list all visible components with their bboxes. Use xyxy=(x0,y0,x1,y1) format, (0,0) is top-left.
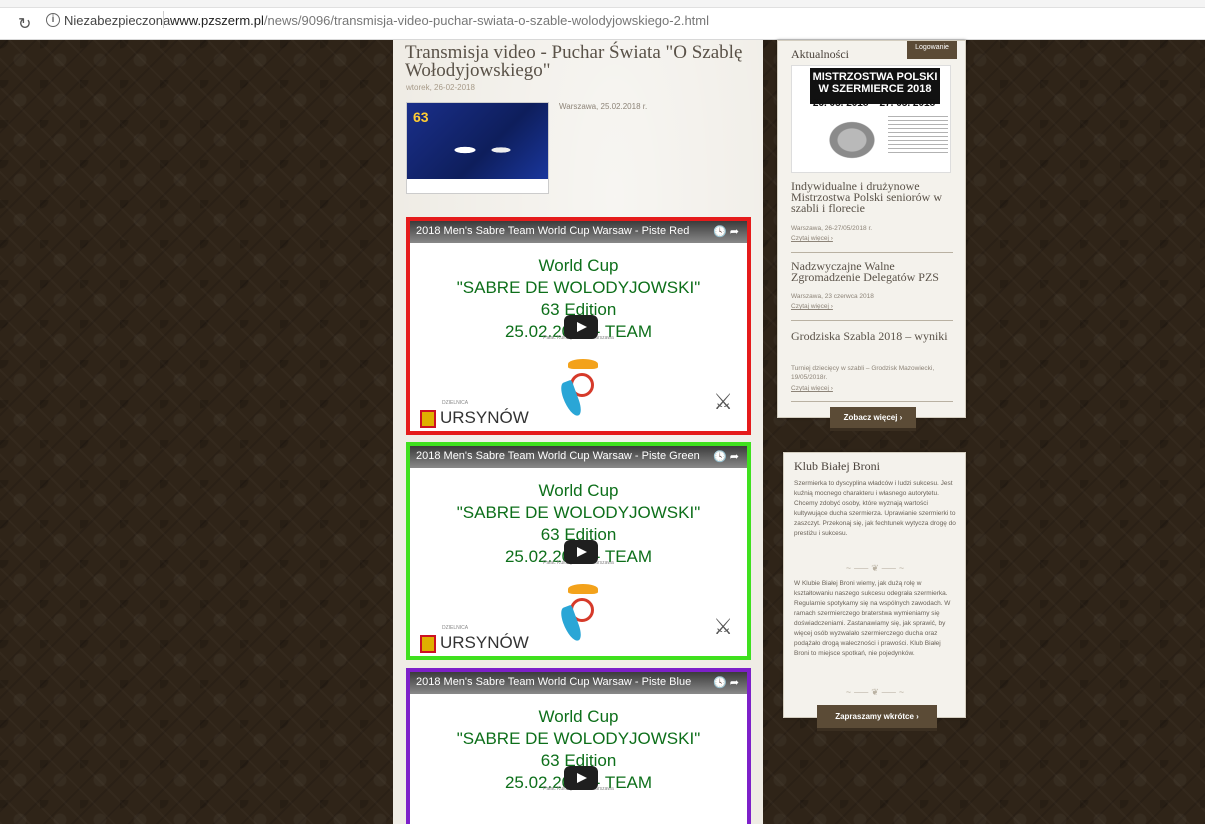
poster-line-2: "SABRE DE WOLODYJOWSKI" xyxy=(456,729,701,748)
crest-icon xyxy=(420,634,436,653)
ornament-divider: ~ ⸺ ❦ ⸺ ~ xyxy=(845,687,905,697)
post-date: wtorek, 26-02-2018 xyxy=(406,83,475,92)
club-paragraph-2: W Klubie Białej Broni wiemy, jak dużą ro… xyxy=(794,580,951,657)
news-item-title[interactable]: Grodziska Szabla 2018 – wyniki xyxy=(791,330,956,342)
play-button-icon[interactable] xyxy=(564,315,598,339)
login-tab[interactable]: Logowanie xyxy=(907,41,957,59)
video-title[interactable]: 2018 Men's Sabre Team World Cup Warsaw -… xyxy=(416,450,700,462)
event-logo xyxy=(558,357,606,425)
news-sidebar: Aktualności Logowanie MISTRZOSTWA POLSKI… xyxy=(777,40,966,418)
poster-dates: 26. 05. 2018 – 27. 05. 2018 xyxy=(812,98,936,109)
video-player-red[interactable]: 2018 Men's Sabre Team World Cup Warsaw -… xyxy=(406,217,751,435)
watch-later-share-icons[interactable]: 🕓 ➦ xyxy=(713,676,739,689)
url-path: /news/9096/transmisja-video-puchar-swiat… xyxy=(263,13,710,28)
club-sidebar: Klub Białej Broni Szermierka to dyscypli… xyxy=(783,452,966,718)
invite-button[interactable]: Zapraszamy wkrótce › xyxy=(817,705,937,731)
brand-small: DZIELNICA xyxy=(442,625,469,631)
poster-line-1: World Cup xyxy=(538,481,619,500)
fencing-icon: ⚔ xyxy=(713,614,733,639)
poster-small-text xyxy=(888,116,948,156)
video-title[interactable]: 2018 Men's Sabre Team World Cup Warsaw -… xyxy=(416,676,691,688)
divider xyxy=(791,401,953,402)
video-player-blue[interactable]: 2018 Men's Sabre Team World Cup Warsaw -… xyxy=(406,668,751,824)
event-logo xyxy=(558,582,606,650)
poster-line-1: World Cup xyxy=(538,707,619,726)
reload-icon[interactable]: ↻ xyxy=(18,14,31,34)
video-player-green[interactable]: 2018 Men's Sabre Team World Cup Warsaw -… xyxy=(406,442,751,660)
news-poster-image[interactable]: MISTRZOSTWA POLSKI W SZERMIERCE 2018 26.… xyxy=(791,65,951,173)
post-title: Transmisja video - Puchar Świata "O Szab… xyxy=(405,42,743,81)
tab-strip xyxy=(0,0,1205,8)
fencing-icon: ⚔ xyxy=(713,389,733,414)
security-label[interactable]: Niezabezpieczona xyxy=(64,13,170,28)
read-more-link[interactable]: Czytaj więcej › xyxy=(791,385,833,392)
news-item-meta: Warszawa, 26-27/05/2018 r. xyxy=(791,225,873,232)
url-field[interactable]: www.pzszerm.pl/news/9096/transmisja-vide… xyxy=(170,13,709,28)
ursynow-logo: DZIELNICA URSYNÓW xyxy=(420,625,529,653)
poster-line-2: "SABRE DE WOLODYJOWSKI" xyxy=(456,278,701,297)
see-more-button[interactable]: Zobacz więcej › xyxy=(830,407,916,431)
poster-art xyxy=(817,112,887,168)
club-paragraph-1: Szermierka to dyscyplina władców i ludzi… xyxy=(794,480,956,537)
thumbnail-caption: Warszawa, 25.02.2018 r. xyxy=(559,102,648,111)
news-item-title[interactable]: Nadzwyczajne Walne Zgromadzenie Delegató… xyxy=(791,260,956,283)
ornament-divider: ~ ⸺ ❦ ⸺ ~ xyxy=(845,563,905,573)
divider xyxy=(163,11,164,28)
video-title-bar[interactable]: 2018 Men's Sabre Team World Cup Warsaw -… xyxy=(410,221,747,243)
watch-later-share-icons[interactable]: 🕓 ➦ xyxy=(713,450,739,463)
news-item-meta: Turniej dziecięcy w szabli – Grodzisk Ma… xyxy=(791,365,935,381)
video-title[interactable]: 2018 Men's Sabre Team World Cup Warsaw -… xyxy=(416,225,689,237)
news-heading: Aktualności xyxy=(791,47,849,61)
video-title-bar[interactable]: 2018 Men's Sabre Team World Cup Warsaw -… xyxy=(410,446,747,468)
video-title-bar[interactable]: 2018 Men's Sabre Team World Cup Warsaw -… xyxy=(410,672,747,694)
info-icon[interactable]: i xyxy=(46,13,60,27)
browser-address-bar: ↻ i Niezabezpieczona www.pzszerm.pl/news… xyxy=(0,0,1205,40)
divider xyxy=(791,252,953,253)
brand-label: URSYNÓW xyxy=(440,633,529,652)
news-item-title[interactable]: Indywidualne i drużynowe Mistrzostwa Pol… xyxy=(791,180,956,214)
poster-line-2: "SABRE DE WOLODYJOWSKI" xyxy=(456,503,701,522)
ursynow-logo: DZIELNICA URSYNÓW xyxy=(420,400,529,428)
read-more-link[interactable]: Czytaj więcej › xyxy=(791,235,833,242)
brand-small: DZIELNICA xyxy=(442,400,469,406)
poster-line-1: World Cup xyxy=(538,256,619,275)
read-more-link[interactable]: Czytaj więcej › xyxy=(791,303,833,310)
play-button-icon[interactable] xyxy=(564,766,598,790)
post-thumbnail[interactable]: 63 xyxy=(406,102,549,194)
club-heading: Klub Białej Broni xyxy=(794,459,880,473)
news-item-meta: Warszawa, 23 czerwca 2018 xyxy=(791,293,874,300)
fencers-image xyxy=(441,133,521,167)
watch-later-share-icons[interactable]: 🕓 ➦ xyxy=(713,225,739,238)
divider xyxy=(791,320,953,321)
sponsor-strip xyxy=(407,179,548,193)
url-host: www.pzszerm.pl xyxy=(170,13,264,28)
thumbnail-number: 63 xyxy=(413,109,429,125)
crest-icon xyxy=(420,409,436,428)
brand-label: URSYNÓW xyxy=(440,408,529,427)
article-column: Transmisja video - Puchar Świata "O Szab… xyxy=(393,40,763,824)
play-button-icon[interactable] xyxy=(564,540,598,564)
